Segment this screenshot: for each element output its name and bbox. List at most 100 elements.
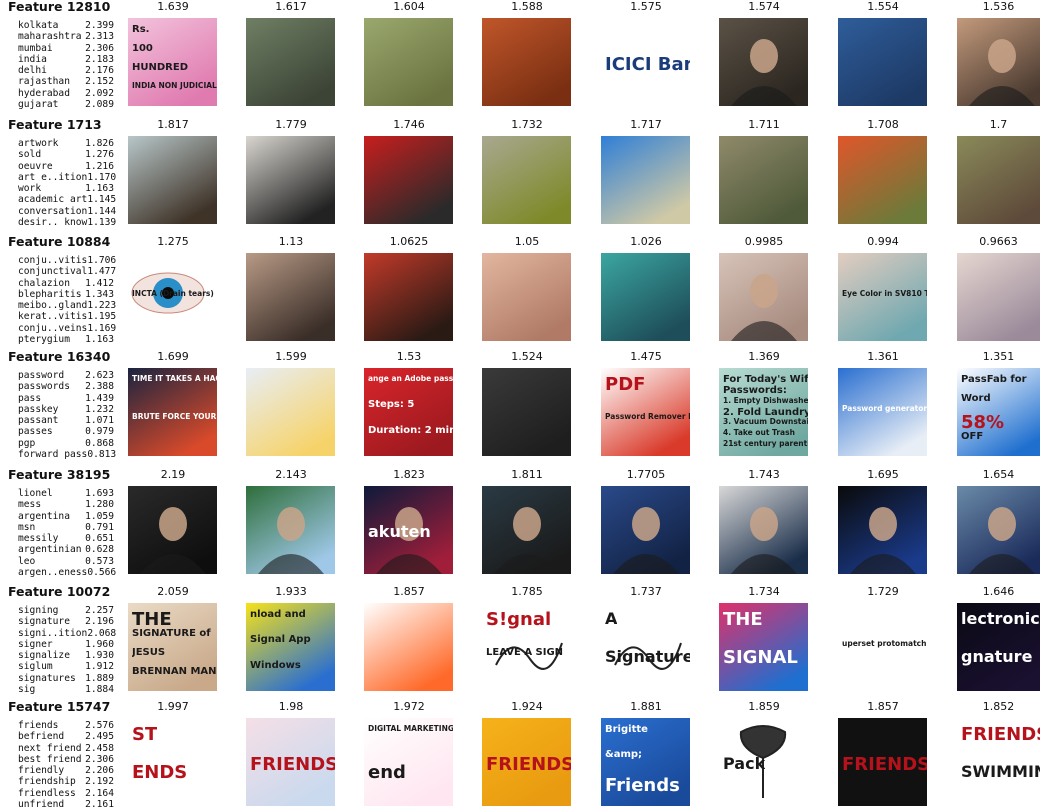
kebab-platter-photo[interactable]: [482, 18, 571, 106]
image-tile[interactable]: 1.857: [364, 585, 454, 691]
image-tile[interactable]: 1.588: [482, 0, 572, 106]
image-tile[interactable]: 1.05: [482, 235, 572, 341]
image-tile[interactable]: 1.817: [128, 118, 218, 224]
image-tile[interactable]: 1.732: [482, 118, 572, 224]
friends-anime-illustration[interactable]: FRIENDS: [246, 718, 335, 806]
image-tile[interactable]: 1.369 For Today's Wifi Passwords: 1. Empty …: [719, 350, 809, 456]
eye-makeup-photo[interactable]: [246, 253, 335, 341]
footballer-kneeling-photo[interactable]: [838, 486, 927, 574]
image-tile[interactable]: 1.53 ange an Adobe passw Steps: 5 Duration:…: [364, 350, 454, 456]
image-tile[interactable]: 1.7705: [601, 468, 691, 574]
abstract-landscape-painting[interactable]: [128, 136, 217, 224]
image-tile[interactable]: 1.646 lectronic gnature: [957, 585, 1040, 691]
image-tile[interactable]: 1.933 nload and Signal App Windows: [246, 585, 336, 691]
image-tile[interactable]: 1.811: [482, 468, 572, 574]
image-tile[interactable]: 1.997 ST ENDS: [128, 700, 218, 806]
blue-seascape-painting[interactable]: [601, 136, 690, 224]
person-rubbing-eye-photo[interactable]: [719, 253, 808, 341]
image-tile[interactable]: 1.599: [246, 350, 336, 456]
image-tile[interactable]: 1.924 FRIENDS: [482, 700, 572, 806]
pdf-password-remover-box[interactable]: PDF Password Remover Pro: [601, 368, 690, 456]
image-tile[interactable]: 1.737 A Signature: [601, 585, 691, 691]
image-tile[interactable]: 1.7: [957, 118, 1040, 224]
digital-marketing-friends-graphic[interactable]: DIGITAL MARKETING end: [364, 718, 453, 806]
orange-square-painting[interactable]: [838, 136, 927, 224]
image-tile[interactable]: 1.857 FRIENDS: [838, 700, 928, 806]
the-signal-poster[interactable]: THE SIGNAL: [719, 603, 808, 691]
image-tile[interactable]: 1.881 Brigitte &amp; Friends: [601, 700, 691, 806]
image-tile[interactable]: 1.708: [838, 118, 928, 224]
image-tile[interactable]: 1.574: [719, 0, 809, 106]
image-tile[interactable]: 1.746: [364, 118, 454, 224]
image-tile[interactable]: 1.026: [601, 235, 691, 341]
footballer-blue-photo[interactable]: [601, 486, 690, 574]
indian-stamp-paper-image[interactable]: Rs. 100 HUNDRED INDIA NON JUDICIAL: [128, 18, 217, 106]
wifi-passwords-note[interactable]: For Today's Wifi Passwords: 1. Empty Dishw…: [719, 368, 808, 456]
document-text-screenshot[interactable]: uperset protomatching signatur: [838, 603, 927, 691]
signal-app-banner[interactable]: nload and Signal App Windows: [246, 603, 335, 691]
signal-logo[interactable]: S!gnal LEAVE A SIGN: [482, 603, 571, 691]
eye-makeup-grid[interactable]: [957, 253, 1040, 341]
friends-heart-shirt[interactable]: FRIENDS: [838, 718, 927, 806]
image-tile[interactable]: 1.823 akuten: [364, 468, 454, 574]
tree-silhouette-logo[interactable]: Pack: [719, 718, 808, 806]
image-tile[interactable]: 1.699 TIME IT TAKES A HACKER TO BRUTE FORC…: [128, 350, 218, 456]
image-tile[interactable]: 1.972 DIGITAL MARKETING end: [364, 700, 454, 806]
footballer-dark-photo[interactable]: [482, 486, 571, 574]
retina-photo[interactable]: [601, 253, 690, 341]
image-tile[interactable]: 0.994 Eye Color in SV810 Tin: [838, 235, 928, 341]
eye-diagram[interactable]: INCTA (Drain tears): [128, 253, 217, 341]
man-portrait-photo[interactable]: [719, 18, 808, 106]
green-fog-painting[interactable]: [482, 136, 571, 224]
image-tile[interactable]: 1.711: [719, 118, 809, 224]
laptop-typing-photo[interactable]: [482, 368, 571, 456]
software-window-screenshot[interactable]: [246, 368, 335, 456]
adobe-password-banner[interactable]: ange an Adobe passw Steps: 5 Duration: 2 m…: [364, 368, 453, 456]
curtain-painting[interactable]: [957, 136, 1040, 224]
teal-eyeshadow-photo[interactable]: Eye Color in SV810 Tin: [838, 253, 927, 341]
image-tile[interactable]: 1.575 ICICI Bank: [601, 0, 691, 106]
red-eye-photo[interactable]: [364, 253, 453, 341]
image-tile[interactable]: 0.9985: [719, 235, 809, 341]
image-tile[interactable]: 2.143: [246, 468, 336, 574]
image-tile[interactable]: 1.779: [246, 118, 336, 224]
barcelona-celebration-photo[interactable]: akuten: [364, 486, 453, 574]
password-infographic[interactable]: TIME IT TAKES A HACKER TO BRUTE FORCE YOU…: [128, 368, 217, 456]
image-tile[interactable]: 1.361 Password generator: [838, 350, 928, 456]
image-tile[interactable]: 1.743: [719, 468, 809, 574]
birds-on-wall-photo[interactable]: [364, 18, 453, 106]
passfab-word-box[interactable]: PassFab for Word 58% OFF: [957, 368, 1040, 456]
image-tile[interactable]: 1.604: [364, 0, 454, 106]
image-tile[interactable]: 1.475 PDF Password Remover Pro: [601, 350, 691, 456]
blue-truck-photo[interactable]: [838, 18, 927, 106]
image-tile[interactable]: 1.13: [246, 235, 336, 341]
image-tile[interactable]: 1.852 FRIENDS OF E SWIMMING &: [957, 700, 1040, 806]
footballer-ball-photo[interactable]: [957, 486, 1040, 574]
image-tile[interactable]: 1.785 S!gnal LEAVE A SIGN: [482, 585, 572, 691]
red-abstract-painting[interactable]: [364, 136, 453, 224]
abstract-grey-painting[interactable]: [246, 136, 335, 224]
image-tile[interactable]: 2.059 THESIGNATURE of JESUS BRENNAN MANNING: [128, 585, 218, 691]
eyeshadow-photo[interactable]: [482, 253, 571, 341]
rooftop-laptop-photo[interactable]: [246, 18, 335, 106]
image-tile[interactable]: 1.729 uperset protomatching signatur: [838, 585, 928, 691]
password-generator-screenshot[interactable]: Password generator: [838, 368, 927, 456]
image-tile[interactable]: 1.351 PassFab for Word 58% OFF: [957, 350, 1040, 456]
image-tile[interactable]: 1.0625: [364, 235, 454, 341]
neon-electronic-signature[interactable]: lectronic gnature: [957, 603, 1040, 691]
image-tile[interactable]: 1.524: [482, 350, 572, 456]
signature-of-jesus-book-cover[interactable]: THESIGNATURE of JESUS BRENNAN MANNING: [128, 603, 217, 691]
image-tile[interactable]: 1.617: [246, 0, 336, 106]
image-tile[interactable]: 2.19: [128, 468, 218, 574]
brigitte-friends-poster[interactable]: Brigitte &amp; Friends: [601, 718, 690, 806]
image-tile[interactable]: 1.639 Rs. 100 HUNDRED INDIA NON JUDICIAL: [128, 0, 218, 106]
footballer-portrait-photo[interactable]: [128, 486, 217, 574]
image-tile[interactable]: 1.717: [601, 118, 691, 224]
friends-text-graphic[interactable]: ST ENDS: [128, 718, 217, 806]
olive-abstract-painting[interactable]: [719, 136, 808, 224]
friends-of-swimming-text[interactable]: FRIENDS OF E SWIMMING &: [957, 718, 1040, 806]
icici-bank-logo[interactable]: ICICI Bank: [601, 18, 690, 106]
image-tile[interactable]: 1.654: [957, 468, 1040, 574]
argentina-match-photo[interactable]: [246, 486, 335, 574]
image-tile[interactable]: 1.554: [838, 0, 928, 106]
